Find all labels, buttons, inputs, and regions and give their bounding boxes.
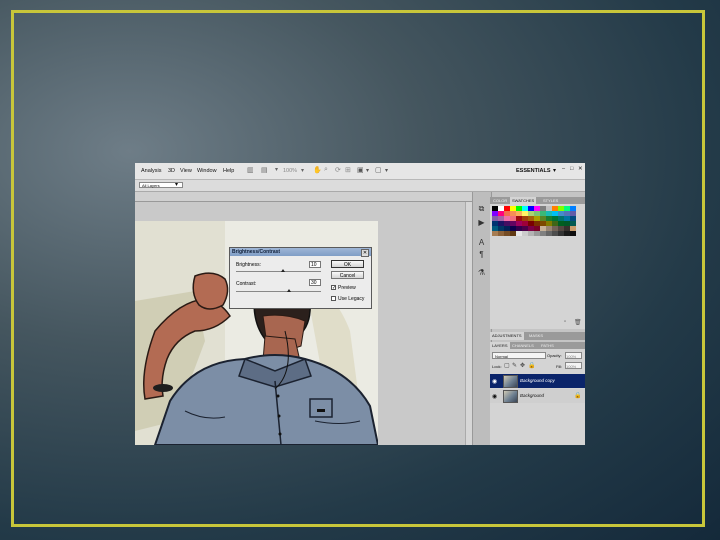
zoom-level[interactable]: 100% bbox=[283, 168, 297, 174]
layer-row-background-copy[interactable]: ◉ Background copy bbox=[490, 374, 585, 388]
workspace-switcher[interactable]: ESSENTIALS bbox=[516, 168, 551, 174]
chevron-down-icon[interactable]: ▾ bbox=[275, 166, 278, 173]
tab-adjustments[interactable]: ADJUSTMENTS bbox=[490, 332, 524, 340]
visibility-eye-icon[interactable]: ◉ bbox=[492, 378, 497, 385]
contrast-slider[interactable] bbox=[236, 291, 321, 292]
minibridge-icon[interactable]: ▤ bbox=[261, 166, 268, 174]
history-panel-icon[interactable]: ⧉ bbox=[476, 204, 487, 214]
fill-label: Fill: bbox=[556, 364, 563, 369]
panel-icon-strip: ⧉ ▶ A ¶ ⚗ bbox=[472, 192, 492, 445]
brightness-label: Brightness: bbox=[236, 262, 262, 268]
trash-icon[interactable]: 🗑 bbox=[574, 319, 582, 326]
rotate-view-icon[interactable]: ⟳ bbox=[335, 166, 341, 174]
layer-thumbnail bbox=[503, 375, 518, 388]
lock-transparency-icon[interactable]: ▢ bbox=[504, 362, 510, 369]
chevron-down-icon[interactable]: ▾ bbox=[301, 167, 304, 174]
dialog-title-bar[interactable]: Brightness/Contrast ✕ bbox=[230, 248, 371, 257]
tab-paths[interactable]: PATHS bbox=[541, 343, 554, 348]
preview-label: Preview bbox=[338, 285, 356, 291]
document-tab-bar bbox=[135, 192, 472, 202]
fill-field[interactable]: 100% bbox=[565, 362, 582, 369]
blend-mode-select[interactable]: Normal bbox=[492, 352, 546, 359]
close-icon[interactable]: ✕ bbox=[361, 249, 369, 257]
layers-panel: LAYERS CHANNELS PATHS Normal Opacity: 10… bbox=[490, 342, 585, 445]
maximize-button[interactable]: □ bbox=[570, 166, 573, 172]
lock-brush-icon[interactable]: ✎ bbox=[512, 362, 517, 369]
tool-presets-icon[interactable]: ⚗ bbox=[476, 268, 487, 278]
visibility-eye-icon[interactable]: ◉ bbox=[492, 393, 497, 400]
preview-checkbox[interactable]: ✓ bbox=[331, 285, 336, 291]
options-bar: All Layers ▾ bbox=[135, 180, 585, 192]
menu-3d[interactable]: 3D bbox=[168, 168, 175, 174]
chevron-down-icon[interactable]: ▾ bbox=[385, 167, 388, 174]
paragraph-panel-icon[interactable]: ¶ bbox=[476, 250, 487, 260]
canvas-area[interactable] bbox=[135, 202, 465, 445]
layers-panel-tabs: LAYERS CHANNELS PATHS bbox=[490, 342, 585, 349]
brightness-contrast-dialog: Brightness/Contrast ✕ Brightness: 10 Con… bbox=[229, 247, 372, 309]
new-swatch-icon[interactable]: ▫ bbox=[564, 319, 566, 325]
tab-layers[interactable]: LAYERS bbox=[490, 342, 510, 349]
use-legacy-label: Use Legacy bbox=[338, 296, 365, 302]
layer-thumbnail bbox=[503, 390, 518, 403]
chevron-down-icon[interactable]: ▾ bbox=[175, 181, 178, 188]
tab-color[interactable]: COLOR bbox=[493, 198, 507, 203]
chevron-down-icon[interactable]: ▾ bbox=[366, 167, 369, 174]
cancel-button[interactable]: Cancel bbox=[331, 271, 364, 279]
swatches-panel: COLOR SWATCHES STYLES ▫ 🗑 bbox=[490, 197, 585, 329]
minimize-button[interactable]: – bbox=[562, 166, 565, 172]
swatch[interactable] bbox=[570, 231, 576, 236]
swatches-panel-tabs: COLOR SWATCHES STYLES bbox=[490, 197, 585, 204]
tab-masks[interactable]: MASKS bbox=[529, 332, 543, 340]
opacity-field[interactable]: 100% bbox=[565, 352, 582, 359]
contrast-field[interactable]: 30 bbox=[309, 279, 321, 286]
lock-move-icon[interactable]: ✥ bbox=[520, 362, 525, 369]
brightness-slider[interactable] bbox=[236, 271, 321, 272]
screen-mode-icon[interactable]: ▢ bbox=[375, 166, 382, 174]
use-legacy-checkbox[interactable] bbox=[331, 296, 336, 301]
arrange-documents-icon[interactable]: ▣ bbox=[357, 166, 364, 174]
bridge-icon[interactable]: ▥ bbox=[247, 166, 254, 174]
chevron-down-icon[interactable]: ▾ bbox=[553, 167, 556, 174]
lock-label: Lock: bbox=[492, 364, 502, 369]
close-button[interactable]: ✕ bbox=[578, 166, 583, 172]
zoom-tool-icon[interactable]: ⌕ bbox=[324, 166, 328, 174]
layer-row-background[interactable]: ◉ Background 🔒 bbox=[490, 389, 585, 403]
menu-bar: Analysis 3D View Window Help ▥ ▤ ▾ 100% … bbox=[135, 163, 585, 180]
tab-channels[interactable]: CHANNELS bbox=[512, 343, 534, 348]
menu-view[interactable]: View bbox=[180, 168, 192, 174]
hand-tool-icon[interactable]: ✋ bbox=[313, 166, 322, 174]
character-panel-icon[interactable]: A bbox=[476, 238, 487, 248]
contrast-slider-handle[interactable] bbox=[286, 289, 291, 292]
contrast-label: Contrast: bbox=[236, 281, 257, 287]
layer-lock-icon: 🔒 bbox=[574, 393, 582, 399]
layer-name: Background copy bbox=[520, 378, 555, 383]
tab-swatches[interactable]: SWATCHES bbox=[510, 197, 537, 204]
brightness-field[interactable]: 10 bbox=[309, 261, 321, 268]
lock-all-icon[interactable]: 🔒 bbox=[528, 362, 535, 369]
grid-icon[interactable]: ⊞ bbox=[345, 166, 351, 174]
menu-help[interactable]: Help bbox=[223, 168, 234, 174]
menu-analysis[interactable]: Analysis bbox=[141, 168, 161, 174]
menu-window[interactable]: Window bbox=[197, 168, 217, 174]
brightness-slider-handle[interactable] bbox=[280, 269, 285, 272]
tab-styles[interactable]: STYLES bbox=[543, 198, 558, 203]
dialog-title: Brightness/Contrast bbox=[232, 249, 281, 255]
actions-panel-icon[interactable]: ▶ bbox=[476, 218, 487, 228]
opacity-label: Opacity: bbox=[547, 353, 562, 358]
ok-button[interactable]: OK bbox=[331, 260, 364, 268]
adjustments-panel: ADJUSTMENTS MASKS bbox=[490, 332, 585, 340]
layer-name: Background bbox=[520, 393, 545, 398]
swatch-grid bbox=[492, 206, 576, 236]
